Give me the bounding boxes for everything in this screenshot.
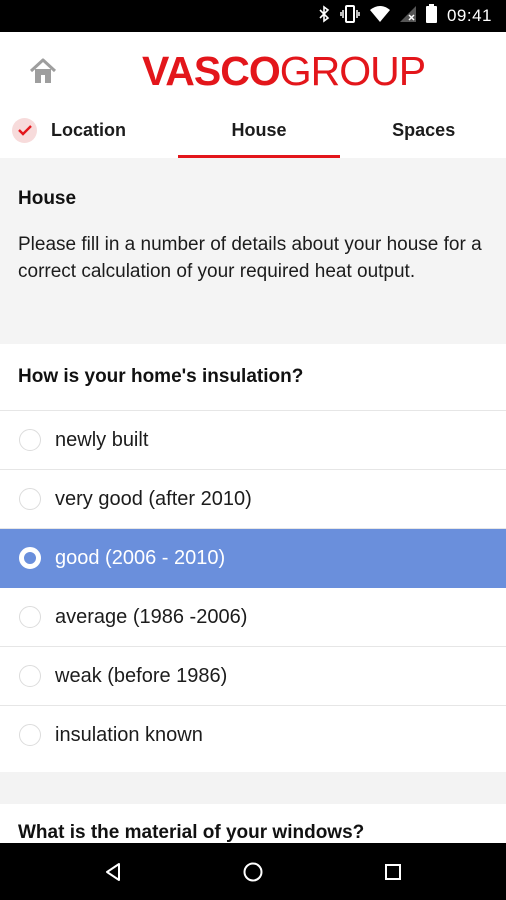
home-nav-button[interactable]	[238, 857, 268, 887]
status-bar: 09:41	[0, 0, 506, 32]
radio-button-selected[interactable]	[19, 547, 41, 569]
radio-button[interactable]	[19, 724, 41, 746]
tab-house-label: House	[231, 119, 287, 140]
home-nav-icon	[243, 862, 263, 882]
app-header: VASCOGROUP Location House Spaces	[0, 32, 506, 158]
check-icon	[12, 117, 37, 143]
bluetooth-icon	[318, 4, 330, 28]
status-icons: 09:41	[318, 0, 492, 32]
back-button[interactable]	[98, 857, 128, 887]
logo-text-light: GROUP	[279, 48, 426, 94]
no-sim-icon	[399, 5, 416, 27]
option-label: very good (after 2010)	[55, 487, 252, 510]
tab-spaces-label: Spaces	[392, 119, 456, 140]
option-weak[interactable]: weak (before 1986)	[0, 647, 506, 706]
recents-icon	[385, 864, 401, 880]
option-very-good[interactable]: very good (after 2010)	[0, 470, 506, 529]
option-label: average (1986 -2006)	[55, 605, 248, 628]
radio-button[interactable]	[19, 665, 41, 687]
radio-button[interactable]	[19, 488, 41, 510]
option-insulation-known[interactable]: insulation known	[0, 706, 506, 764]
tab-location-label: Location	[51, 119, 126, 140]
recents-button[interactable]	[378, 857, 408, 887]
option-label: good (2006 - 2010)	[55, 546, 226, 569]
option-average[interactable]: average (1986 -2006)	[0, 588, 506, 647]
option-label: insulation known	[55, 723, 203, 746]
windows-question: What is the material of your windows?	[18, 822, 365, 843]
wifi-icon	[369, 5, 390, 27]
option-newly-built[interactable]: newly built	[0, 411, 506, 470]
intro-description: Please fill in a number of details about…	[18, 234, 482, 282]
home-button[interactable]	[26, 54, 60, 88]
logo-text-bold: VASCO	[142, 48, 281, 94]
insulation-card: How is your home's insulation? newly bui…	[0, 344, 506, 772]
status-time: 09:41	[446, 6, 492, 25]
intro-section: House Please fill in a number of details…	[0, 158, 506, 344]
radio-button[interactable]	[19, 606, 41, 628]
back-icon	[106, 863, 120, 881]
navigation-bar	[0, 843, 506, 900]
home-icon	[29, 58, 57, 83]
vasco-group-logo: VASCOGROUP	[142, 48, 426, 94]
insulation-question: How is your home's insulation?	[0, 344, 506, 411]
option-label: newly built	[55, 428, 149, 451]
insulation-options: newly built very good (after 2010) good …	[0, 411, 506, 764]
option-label: weak (before 1986)	[55, 664, 228, 687]
vibrate-icon	[340, 4, 360, 28]
section-title: House	[18, 188, 77, 209]
option-good[interactable]: good (2006 - 2010)	[0, 529, 506, 588]
battery-icon	[425, 4, 437, 28]
tab-spaces[interactable]: Spaces	[341, 102, 506, 158]
tab-location[interactable]: Location	[0, 102, 177, 158]
radio-button[interactable]	[19, 429, 41, 451]
tab-house[interactable]: House	[177, 102, 342, 158]
step-tabs: Location House Spaces	[0, 102, 506, 158]
